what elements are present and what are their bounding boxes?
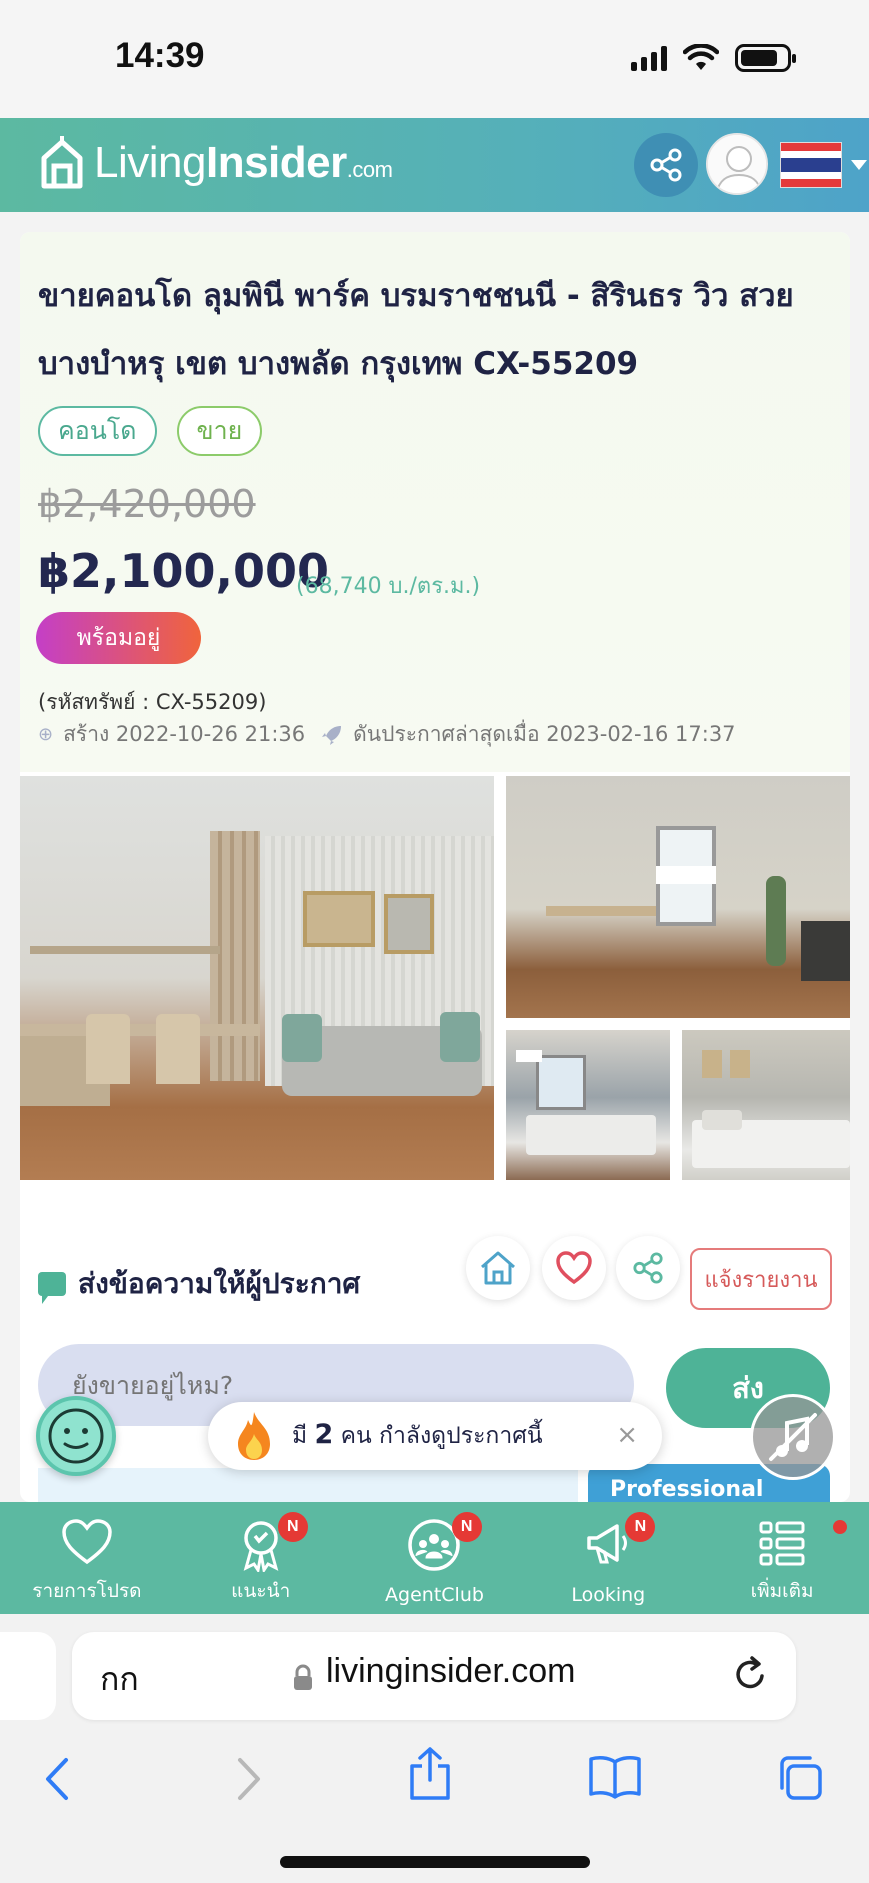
toast-close-icon[interactable]: × [616,1420,638,1450]
viewers-toast: มี 2 คน กำลังดูประกาศนี้ × [208,1402,662,1470]
url-text: livinginsider.com [326,1652,576,1690]
reload-icon[interactable] [730,1654,770,1694]
agent-info-strip [38,1468,578,1502]
heart-icon [556,1251,592,1285]
created-date: สร้าง 2022-10-26 21:36 [63,722,306,746]
toast-text: มี 2 คน กำลังดูประกาศนี้ [292,1419,543,1450]
listing-title: ขายคอนโด ลุมพินี พาร์ค บรมราชชนนี - สิริ… [38,278,794,382]
nav-recommended[interactable]: N แนะนำ [174,1502,348,1614]
battery-icon [735,44,796,72]
compare-home-button[interactable] [466,1236,530,1300]
favorite-button[interactable] [542,1236,606,1300]
nav-badge-new: N [277,1512,308,1542]
address-bar[interactable]: กก livinginsider.com [72,1632,796,1720]
logo[interactable]: LivingInsider.com [40,136,393,190]
current-price: ฿2,100,000 [38,544,330,598]
share-listing-button[interactable] [616,1236,680,1300]
user-avatar[interactable] [706,133,768,195]
award-ribbon-icon [243,1521,279,1572]
forward-chevron-icon[interactable] [230,1754,266,1804]
status-bar: 14:39 [0,0,869,118]
nav-looking[interactable]: N Looking [521,1502,695,1614]
listing-meta: ⊕ สร้าง 2022-10-26 21:36 ดันประกาศล่าสุด… [38,718,736,751]
share-sheet-icon[interactable] [408,1746,452,1802]
browser-toolbar [0,1740,869,1830]
photo-living-room[interactable] [20,776,494,1180]
listing-summary: ขายคอนโด ลุมพินี พาร์ค บรมราชชนนี - สิริ… [20,232,850,772]
back-chevron-icon[interactable] [40,1754,76,1804]
fire-icon [238,1412,270,1460]
language-flag-thai[interactable] [780,142,842,188]
created-plus-icon: ⊕ [38,724,54,745]
app-header: LivingInsider.com [0,118,869,212]
tabs-icon[interactable] [776,1754,824,1802]
nav-more[interactable]: เพิ่มเติม [695,1502,869,1614]
nav-agentclub[interactable]: N AgentClub [348,1502,522,1614]
status-badge: พร้อมอยู่ [36,612,201,664]
avatar-icon [708,135,766,193]
home-indicator [280,1856,590,1868]
music-muted-icon [769,1413,817,1461]
status-time: 14:39 [115,36,205,75]
logo-house-icon [41,136,83,189]
share-icon [633,1252,663,1284]
previous-tab-preview[interactable] [0,1632,56,1720]
listing-card: ขายคอนโด ลุมพินี พาร์ค บรมราชชนนี - สิริ… [20,232,850,1502]
browser-chrome: กก livinginsider.com [0,1614,869,1883]
text-size-button[interactable]: กก [100,1654,139,1705]
nav-favorites[interactable]: รายการโปรด [0,1502,174,1614]
heart-icon [62,1519,112,1565]
nav-notification-dot [833,1520,848,1534]
status-icons [631,44,796,72]
tag-sale[interactable]: ขาย [176,406,263,456]
lock-icon [294,1664,312,1690]
share-icon [650,148,682,182]
tag-condo[interactable]: คอนโด [38,406,157,456]
contact-section-title: ส่งข้อความให้ผู้ประกาศ [38,1262,360,1306]
bottom-nav: รายการโปรด N แนะนำ N AgentClub N Looking [0,1502,869,1614]
header-share-button[interactable] [634,133,698,197]
rocket-icon [322,725,342,745]
mute-button[interactable] [750,1394,836,1480]
report-button[interactable]: แจ้งรายงาน [690,1248,832,1310]
listing-tags: คอนโด ขาย [38,406,263,456]
wifi-icon [683,44,719,70]
home-icon [481,1251,515,1285]
smiley-face-icon [48,1408,104,1464]
price-per-sqm: (68,740 บ./ตร.ม.) [296,574,481,599]
photo-room-overview[interactable] [506,776,850,1018]
list-grid-icon [759,1521,805,1566]
nav-badge-new: N [451,1512,482,1542]
nav-badge-new: N [625,1512,656,1542]
viewer-count: 2 [314,1419,334,1450]
photo-bedroom[interactable] [682,1030,850,1180]
bookmarks-book-icon[interactable] [588,1754,642,1800]
photo-bedroom-window[interactable] [506,1030,670,1180]
old-price: ฿2,420,000 [38,482,256,526]
language-dropdown-chevron-icon[interactable] [851,160,867,170]
last-boosted-date: ดันประกาศล่าสุดเมื่อ 2023-02-16 17:37 [353,722,736,746]
logo-text: LivingInsider.com [94,138,393,187]
cellular-signal-icon [631,45,667,71]
property-code: (รหัสทรัพย์ : CX-55209) [38,690,267,714]
chat-assistant-button[interactable] [36,1396,116,1476]
photo-gallery [20,776,850,1180]
chat-bubble-icon [38,1272,66,1304]
